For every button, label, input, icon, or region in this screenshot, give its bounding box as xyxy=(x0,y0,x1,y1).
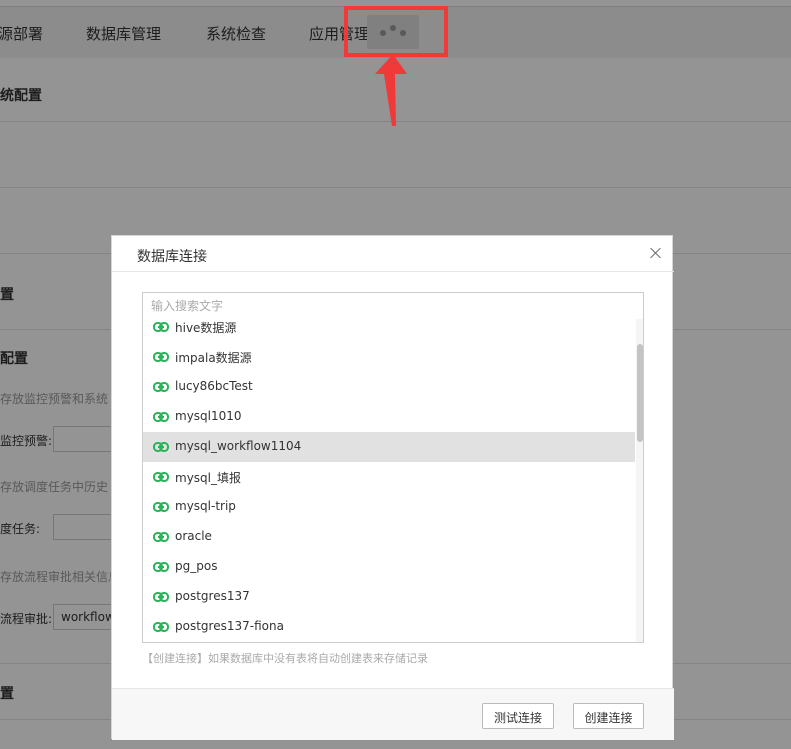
link-icon xyxy=(153,322,169,332)
list-item[interactable]: hive数据源 xyxy=(143,319,635,342)
list-item-label: impala数据源 xyxy=(175,351,252,365)
list-item[interactable]: mysql_填报 xyxy=(143,462,635,492)
link-icon xyxy=(153,412,169,422)
list-item-label: hive数据源 xyxy=(175,321,237,335)
list-item-label: mysql_workflow1104 xyxy=(175,439,302,453)
list-item-label: oracle xyxy=(175,529,212,543)
red-arrow-icon xyxy=(375,54,407,126)
list-item-label: postgres137-fiona xyxy=(175,619,284,633)
list-item[interactable]: pg_pos xyxy=(143,552,635,582)
test-connection-button[interactable]: 测试连接 xyxy=(482,703,554,729)
list-item[interactable]: postgres137 xyxy=(143,582,635,612)
list-item-label: mysql_填报 xyxy=(175,471,241,485)
link-icon xyxy=(153,592,169,602)
hint-text: 【创建连接】如果数据库中没有表将自动创建表来存储记录 xyxy=(142,652,428,665)
link-icon xyxy=(153,622,169,632)
link-icon xyxy=(153,502,169,512)
link-icon xyxy=(153,562,169,572)
list-item[interactable]: impala数据源 xyxy=(143,342,635,372)
list-item[interactable]: mysql-trip xyxy=(143,492,635,522)
connection-list: postgres137-fiona postgres137 pg_pos oracle… xyxy=(142,319,644,643)
link-icon xyxy=(153,472,169,482)
scrollbar-thumb[interactable] xyxy=(637,344,643,442)
create-connection-button[interactable]: 创建连接 xyxy=(573,703,644,729)
list-item-label: mysql-trip xyxy=(175,499,236,513)
list-item[interactable]: postgres137-fiona xyxy=(143,612,635,642)
link-icon xyxy=(153,532,169,542)
list-item-label: pg_pos xyxy=(175,559,218,573)
list-item[interactable]: mysql_workflow1104 xyxy=(143,432,635,462)
list-item[interactable]: mysql1010 xyxy=(143,402,635,432)
database-connection-dialog: 数据库连接 postgres137-fiona postgres137 pg_pos… xyxy=(111,235,674,740)
list-item[interactable]: oracle xyxy=(143,522,635,552)
list-item[interactable]: lucy86bcTest xyxy=(143,372,635,402)
link-icon xyxy=(153,352,169,362)
dialog-footer: 测试连接 创建连接 xyxy=(112,688,674,740)
link-icon xyxy=(153,442,169,452)
divider xyxy=(112,271,674,272)
highlight-box xyxy=(344,6,448,57)
list-item-label: lucy86bcTest xyxy=(175,379,253,393)
list-item-label: postgres137 xyxy=(175,589,250,603)
dialog-title: 数据库连接 xyxy=(137,249,207,265)
search-input[interactable] xyxy=(142,292,644,320)
list-item-label: mysql1010 xyxy=(175,409,242,423)
link-icon xyxy=(153,382,169,392)
close-icon[interactable] xyxy=(648,245,664,261)
